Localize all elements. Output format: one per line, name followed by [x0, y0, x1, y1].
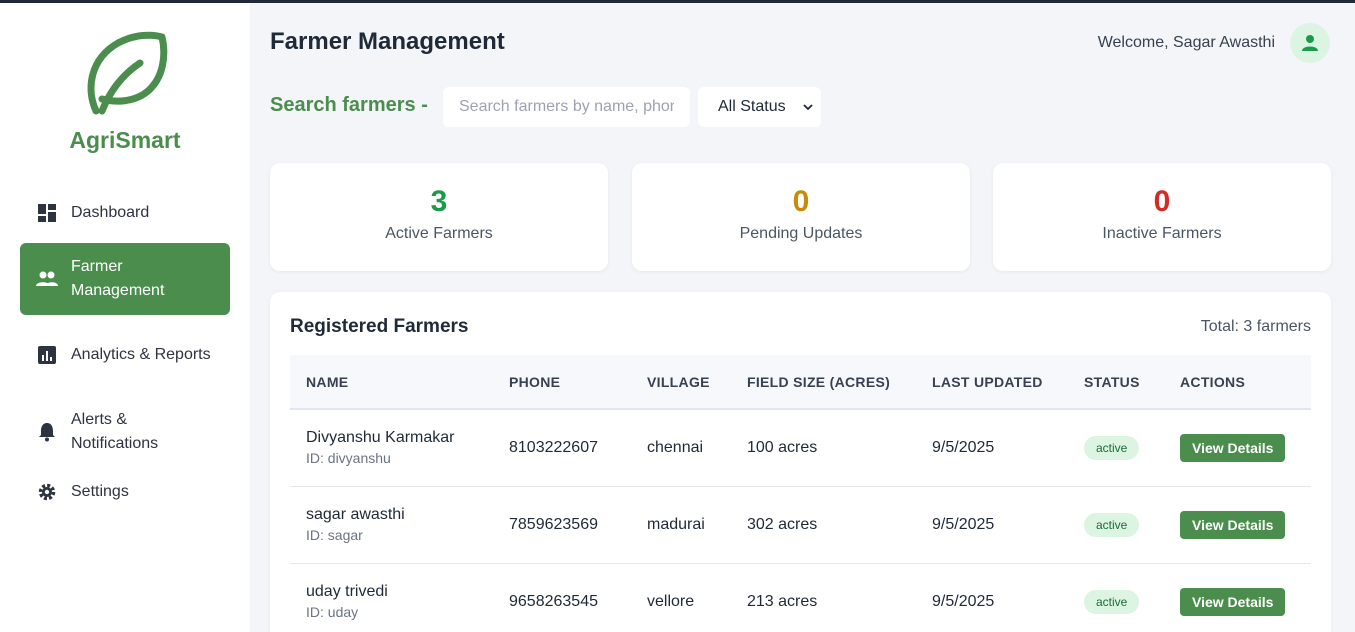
column-header: ACTIONS	[1180, 373, 1246, 390]
column-header: VILLAGE	[647, 373, 710, 390]
column-header: NAME	[306, 373, 349, 390]
stat-label: Active Farmers	[385, 225, 493, 242]
status-badge: active	[1084, 512, 1140, 537]
table-header-row: NAME PHONE VILLAGE FIELD SIZE (ACRES) LA…	[290, 355, 1311, 409]
farmer-name: sagar awasthi	[306, 506, 405, 523]
column-header: LAST UPDATED	[932, 373, 1043, 390]
leaf-logo-icon	[87, 31, 168, 115]
name-cell: Divyanshu Karmakar ID: divyanshu	[290, 409, 493, 486]
sidebar-item-label: Farmer Management	[71, 258, 165, 299]
avatar[interactable]	[1290, 23, 1330, 63]
column-header: STATUS	[1084, 373, 1140, 390]
farmers-table: NAME PHONE VILLAGE FIELD SIZE (ACRES) LA…	[290, 355, 1311, 632]
view-details-button[interactable]: View Details	[1180, 587, 1286, 616]
farmer-name: uday trivedi	[306, 583, 388, 600]
actions-cell: View Details	[1164, 563, 1311, 632]
stat-card-inactive: 0 Inactive Farmers	[993, 163, 1331, 271]
name-cell: uday trivedi ID: uday	[290, 563, 493, 632]
sidebar-item-label: Settings	[71, 483, 129, 500]
chevron-down-icon	[803, 104, 813, 111]
sidebar-nav: Dashboard Farmer Management Analytics & …	[20, 189, 230, 520]
logo: AgriSmart	[0, 29, 250, 154]
sidebar-item-alerts[interactable]: Alerts & Notifications	[20, 396, 230, 468]
field-size-cell: 213 acres	[747, 592, 818, 610]
total-count: Total: 3 farmers	[1200, 318, 1311, 335]
gear-icon	[36, 481, 58, 503]
phone-cell: 7859623569	[509, 515, 598, 533]
analytics-icon	[36, 344, 58, 366]
main-content: Farmer Management Welcome, Sagar Awasthi…	[250, 3, 1355, 632]
table-row: Divyanshu Karmakar ID: divyanshu 8103222…	[290, 409, 1311, 486]
search-input[interactable]	[443, 87, 690, 127]
status-cell: active	[1068, 563, 1164, 632]
last-updated-cell: 9/5/2025	[932, 438, 995, 456]
stat-card-pending: 0 Pending Updates	[632, 163, 970, 271]
actions-cell: View Details	[1164, 409, 1311, 486]
phone-cell: 9658263545	[509, 592, 598, 610]
sidebar-item-dashboard[interactable]: Dashboard	[20, 189, 230, 237]
stat-label: Inactive Farmers	[1102, 225, 1222, 242]
dashboard-icon	[36, 202, 58, 224]
stat-value: 3	[430, 185, 448, 218]
actions-cell: View Details	[1164, 486, 1311, 563]
view-details-button[interactable]: View Details	[1180, 510, 1286, 539]
sidebar-item-settings[interactable]: Settings	[20, 464, 230, 520]
sidebar-item-analytics[interactable]: Analytics & Reports	[20, 319, 230, 391]
status-filter-value: All Status	[718, 98, 786, 115]
last-updated-cell: 9/5/2025	[932, 515, 995, 533]
table-row: sagar awasthi ID: sagar 7859623569 madur…	[290, 486, 1311, 563]
phone-cell: 8103222607	[509, 438, 598, 456]
status-badge: active	[1084, 435, 1140, 460]
farmer-id: ID: sagar	[306, 527, 363, 543]
status-cell: active	[1068, 409, 1164, 486]
sidebar: AgriSmart Dashboard Farmer Management An…	[0, 3, 250, 632]
farmer-name: Divyanshu Karmakar	[306, 429, 455, 447]
farmer-id: ID: divyanshu	[306, 450, 391, 467]
page-title: Farmer Management	[270, 28, 505, 55]
stat-label: Pending Updates	[739, 225, 863, 242]
people-icon	[36, 268, 58, 290]
table-row: uday trivedi ID: uday 9658263545 vellore…	[290, 563, 1311, 632]
search-label: Search farmers -	[270, 94, 428, 116]
column-header: PHONE	[509, 373, 561, 390]
sidebar-item-label: Alerts & Notifications	[71, 411, 159, 452]
welcome-text: Welcome, Sagar Awasthi	[1097, 34, 1275, 51]
brand-name: AgriSmart	[69, 127, 181, 153]
village-cell: vellore	[647, 592, 695, 610]
view-details-button[interactable]: View Details	[1180, 433, 1286, 462]
stat-card-active: 3 Active Farmers	[270, 163, 608, 271]
stat-value: 0	[1153, 185, 1171, 218]
village-cell: chennai	[647, 438, 704, 456]
bell-icon	[36, 421, 58, 443]
status-badge: active	[1084, 589, 1140, 614]
status-filter-select[interactable]: All Status	[698, 87, 821, 127]
name-cell: sagar awasthi ID: sagar	[290, 486, 493, 563]
farmer-id: ID: uday	[306, 604, 359, 620]
registered-farmers-panel: Registered Farmers Total: 3 farmers NAME…	[270, 292, 1331, 632]
panel-title: Registered Farmers	[290, 316, 469, 337]
stat-value: 0	[792, 185, 810, 218]
last-updated-cell: 9/5/2025	[932, 592, 995, 610]
status-cell: active	[1068, 486, 1164, 563]
sidebar-item-farmer-management[interactable]: Farmer Management	[20, 243, 230, 315]
sidebar-item-label: Dashboard	[71, 204, 150, 221]
village-cell: madurai	[647, 515, 705, 533]
field-size-cell: 302 acres	[747, 515, 818, 533]
sidebar-item-label: Analytics & Reports	[71, 346, 211, 363]
column-header: FIELD SIZE (ACRES)	[747, 373, 891, 390]
user-icon	[1302, 35, 1318, 51]
field-size-cell: 100 acres	[747, 438, 818, 456]
